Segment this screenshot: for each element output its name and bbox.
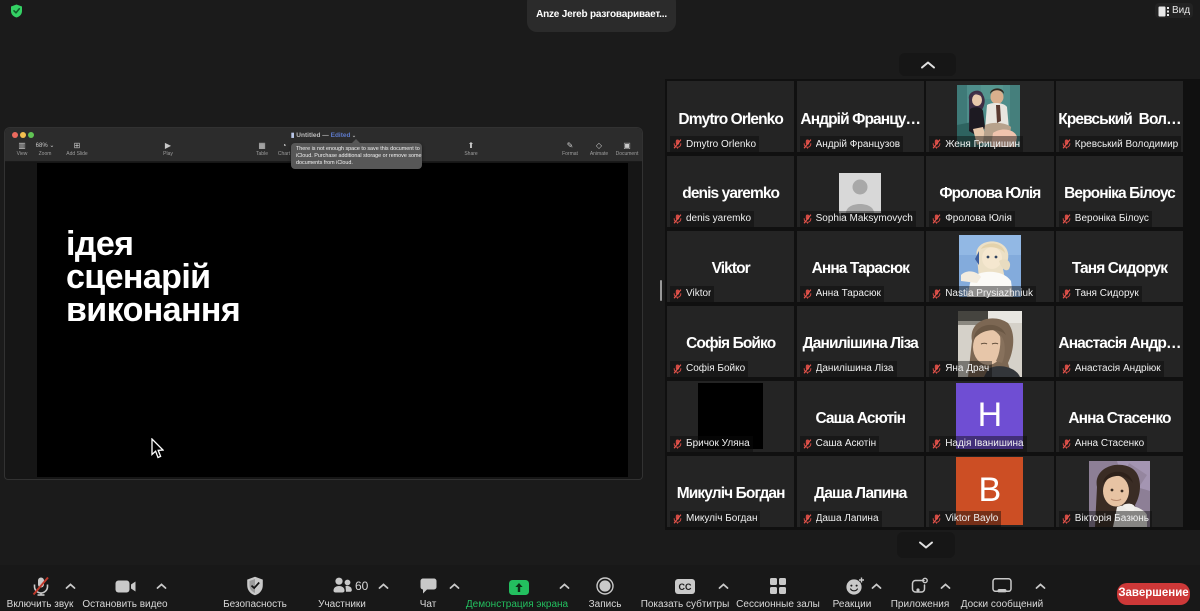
svg-text:CC: CC — [679, 582, 692, 592]
